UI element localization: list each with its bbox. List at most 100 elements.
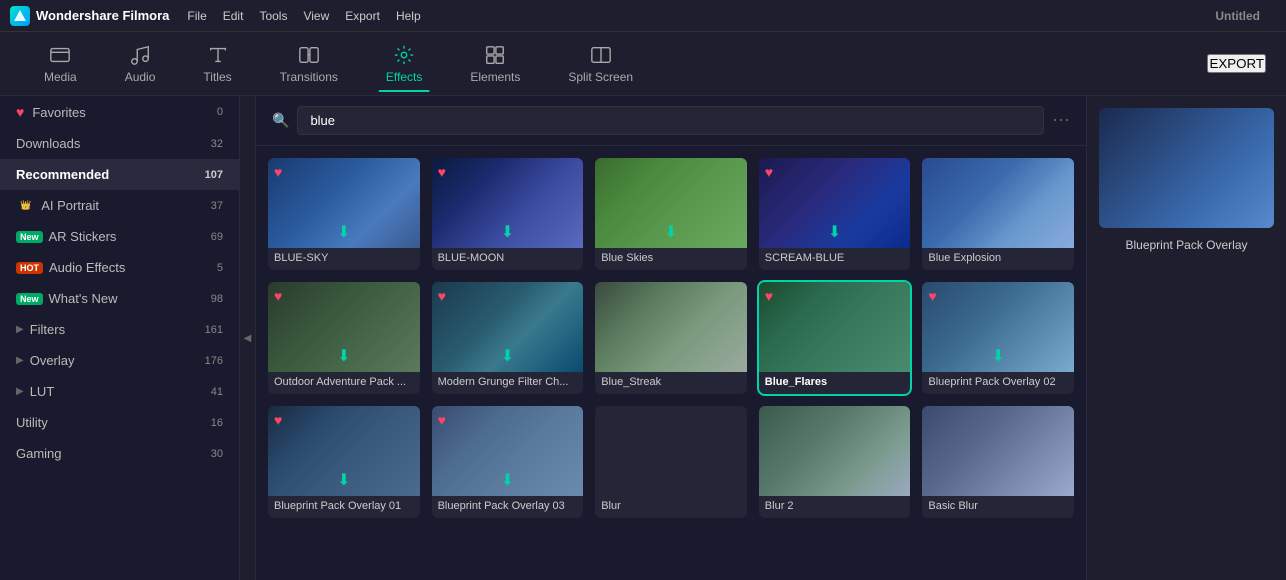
search-icon: 🔍: [272, 112, 289, 129]
content-area: 🔍 ⋯ ♥ ⬇ BLUE-SKY ♥ ⬇ BLUE-MOON: [256, 96, 1086, 580]
sidebar-item-overlay[interactable]: ▶ Overlay 176: [0, 345, 239, 376]
hot-tag: HOT: [16, 262, 43, 274]
app-logo: Wondershare Filmora: [10, 6, 169, 26]
effect-card-blueprint-01[interactable]: ♥ ⬇ Blueprint Pack Overlay 01: [268, 406, 420, 518]
toolbar-split-screen[interactable]: Split Screen: [544, 36, 657, 92]
menu-tools[interactable]: Tools: [259, 9, 287, 23]
sidebar-item-filters[interactable]: ▶ Filters 161: [0, 314, 239, 345]
app-name: Wondershare Filmora: [36, 8, 169, 23]
sidebar-ai-portrait-label: AI Portrait: [41, 198, 99, 213]
sidebar-lut-label: LUT: [30, 384, 55, 399]
menu-file[interactable]: File: [187, 9, 206, 23]
menu-edit[interactable]: Edit: [223, 9, 244, 23]
menu-view[interactable]: View: [303, 9, 329, 23]
preview-thumbnail: [1099, 108, 1274, 228]
effect-card-blur[interactable]: Blur: [595, 406, 747, 518]
collapse-arrow-filters: ▶: [16, 324, 24, 335]
toolbar-media[interactable]: Media: [20, 36, 101, 92]
sidebar-lut-badge: 41: [211, 386, 223, 398]
sidebar-item-gaming[interactable]: Gaming 30: [0, 438, 239, 469]
effect-thumbnail: [595, 406, 747, 496]
effect-card-blue-streak[interactable]: Blue_Streak: [595, 282, 747, 394]
download-icon: ⬇: [664, 222, 677, 242]
export-button[interactable]: EXPORT: [1207, 54, 1266, 73]
sidebar-item-whats-new[interactable]: New What's New 98: [0, 283, 239, 314]
sidebar-gaming-badge: 30: [211, 448, 223, 460]
sidebar-item-lut[interactable]: ▶ LUT 41: [0, 376, 239, 407]
collapse-arrow-lut: ▶: [16, 386, 24, 397]
effect-card-scream-blue[interactable]: ♥ ⬇ SCREAM-BLUE: [759, 158, 911, 270]
sidebar-item-ar-stickers[interactable]: New AR Stickers 69: [0, 221, 239, 252]
effect-card-blur2[interactable]: Blur 2: [759, 406, 911, 518]
effect-label: Blueprint Pack Overlay 02: [922, 372, 1074, 394]
effect-thumbnail: [759, 406, 911, 496]
effect-label: Blueprint Pack Overlay 01: [268, 496, 420, 518]
sidebar-whats-new-label: What's New: [49, 291, 118, 306]
menu-export[interactable]: Export: [345, 9, 380, 23]
download-icon: ⬇: [501, 222, 514, 242]
toolbar-split-screen-label: Split Screen: [568, 70, 633, 84]
effect-label: BLUE-SKY: [268, 248, 420, 270]
crown-tag: 👑: [16, 199, 35, 212]
sidebar-collapse-icon: ◀: [244, 333, 252, 344]
effect-card-blue-explosion[interactable]: Blue Explosion: [922, 158, 1074, 270]
effect-card-blueprint-03[interactable]: ♥ ⬇ Blueprint Pack Overlay 03: [432, 406, 584, 518]
sidebar-item-utility[interactable]: Utility 16: [0, 407, 239, 438]
effect-card-modern-grunge[interactable]: ♥ ⬇ Modern Grunge Filter Ch...: [432, 282, 584, 394]
toolbar-effects-label: Effects: [386, 70, 422, 84]
search-bar: 🔍 ⋯: [256, 96, 1086, 146]
favorite-icon: ♥: [438, 164, 446, 180]
effect-card-blue-sky[interactable]: ♥ ⬇ BLUE-SKY: [268, 158, 420, 270]
sidebar-utility-label: Utility: [16, 415, 48, 430]
favorite-icon: ♥: [765, 164, 773, 180]
effect-label: Blue Skies: [595, 248, 747, 270]
untitled-label: Untitled: [1199, 5, 1276, 27]
download-icon: ⬇: [501, 346, 514, 366]
effect-thumbnail: [922, 158, 1074, 248]
effect-card-outdoor[interactable]: ♥ ⬇ Outdoor Adventure Pack ...: [268, 282, 420, 394]
sidebar-collapse-btn[interactable]: ◀: [240, 96, 256, 580]
sidebar-item-audio-effects[interactable]: HOT Audio Effects 5: [0, 252, 239, 283]
toolbar-elements[interactable]: Elements: [446, 36, 544, 92]
favorite-icon: ♥: [438, 288, 446, 304]
menu-bar: Wondershare Filmora File Edit Tools View…: [0, 0, 1286, 32]
effect-card-blueprint-02[interactable]: ♥ ⬇ Blueprint Pack Overlay 02: [922, 282, 1074, 394]
effect-card-blue-flares[interactable]: ♥ Blue_Flares: [759, 282, 911, 394]
toolbar-titles[interactable]: Titles: [179, 36, 255, 92]
effect-card-blue-moon[interactable]: ♥ ⬇ BLUE-MOON: [432, 158, 584, 270]
media-icon: [49, 44, 71, 66]
grid-view-icon[interactable]: ⋯: [1052, 110, 1070, 131]
sidebar-item-recommended[interactable]: Recommended 107: [0, 159, 239, 190]
effect-card-basic-blur[interactable]: Basic Blur: [922, 406, 1074, 518]
toolbar-transitions[interactable]: Transitions: [256, 36, 362, 92]
sidebar-item-downloads[interactable]: Downloads 32: [0, 128, 239, 159]
new-tag-whats-new: New: [16, 293, 43, 305]
sidebar-whats-new-badge: 98: [211, 293, 223, 305]
favorite-icon: ♥: [928, 288, 936, 304]
favorite-icon: ♥: [438, 412, 446, 428]
effect-label: Blueprint Pack Overlay 03: [432, 496, 584, 518]
effect-thumbnail: ♥: [759, 282, 911, 372]
effects-grid: ♥ ⬇ BLUE-SKY ♥ ⬇ BLUE-MOON ⬇ Blue Skies: [256, 146, 1086, 580]
transitions-icon: [298, 44, 320, 66]
sidebar-utility-badge: 16: [211, 417, 223, 429]
sidebar-filters-label: Filters: [30, 322, 65, 337]
sidebar-overlay-label: Overlay: [30, 353, 75, 368]
sidebar-audio-effects-badge: 5: [217, 262, 223, 274]
effect-card-blue-skies[interactable]: ⬇ Blue Skies: [595, 158, 747, 270]
search-input[interactable]: [297, 106, 1044, 135]
split-screen-icon: [590, 44, 612, 66]
effect-label: Blue_Flares: [759, 372, 911, 394]
sidebar-ai-portrait-badge: 37: [211, 200, 223, 212]
effect-thumbnail: ♥ ⬇: [922, 282, 1074, 372]
sidebar-item-favorites[interactable]: ♥ Favorites 0: [0, 96, 239, 128]
sidebar-favorites-badge: 0: [217, 106, 223, 118]
effect-thumbnail: ♥ ⬇: [268, 282, 420, 372]
heart-icon: ♥: [16, 104, 24, 120]
sidebar-item-ai-portrait[interactable]: 👑 AI Portrait 37: [0, 190, 239, 221]
toolbar: Media Audio Titles Transitions Effects E…: [0, 32, 1286, 96]
toolbar-audio[interactable]: Audio: [101, 36, 180, 92]
menu-help[interactable]: Help: [396, 9, 421, 23]
toolbar-effects[interactable]: Effects: [362, 36, 446, 92]
sidebar-ar-stickers-badge: 69: [211, 231, 223, 243]
